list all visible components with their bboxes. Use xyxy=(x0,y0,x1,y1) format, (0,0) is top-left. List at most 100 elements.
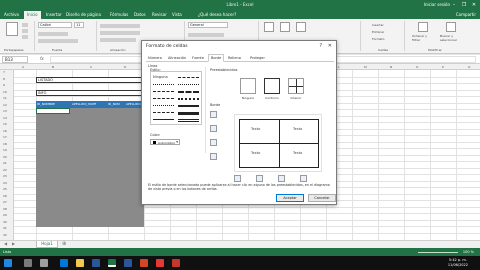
tab-datos[interactable]: Datos xyxy=(134,12,146,17)
format-as-table-icon[interactable] xyxy=(280,22,290,32)
row-header[interactable]: 10 xyxy=(3,90,7,94)
prev-sheet-icon[interactable]: ◀ xyxy=(4,241,7,246)
row-header[interactable]: 16 xyxy=(3,129,7,133)
line-style-option[interactable] xyxy=(153,98,174,99)
zoom-level[interactable]: 100 % xyxy=(463,250,474,254)
edge-icon[interactable] xyxy=(60,259,68,267)
line-style-option[interactable] xyxy=(178,119,199,122)
zoom-slider[interactable] xyxy=(418,252,458,253)
restore-button[interactable]: ❐ xyxy=(460,1,468,9)
line-style-option[interactable] xyxy=(153,119,174,120)
font-size-select[interactable]: 11 xyxy=(74,22,84,28)
row-header[interactable]: 25 xyxy=(3,187,7,191)
tab-vista[interactable]: Vista xyxy=(172,12,182,17)
number-format-buttons[interactable] xyxy=(188,33,224,37)
border-preview[interactable]: Texto Texto Texto Texto xyxy=(234,114,322,172)
border-diagonal-up-button[interactable] xyxy=(210,153,217,160)
line-style-option[interactable] xyxy=(178,77,199,78)
row-header[interactable]: 29 xyxy=(3,213,7,217)
tab-borde[interactable]: Borde xyxy=(208,54,225,62)
row-header[interactable]: 15 xyxy=(3,122,7,126)
find-select-icon[interactable] xyxy=(446,22,456,32)
row-header[interactable]: 19 xyxy=(3,148,7,152)
row-header[interactable]: 12 xyxy=(3,103,7,107)
search-icon[interactable] xyxy=(24,259,32,267)
row-header[interactable]: 22 xyxy=(3,168,7,172)
share-button[interactable]: Compartir xyxy=(456,12,476,17)
insert-cells-button[interactable]: Insertar xyxy=(372,23,384,27)
tab-diseno-pagina[interactable]: Diseño de página xyxy=(66,12,101,17)
table-header-row[interactable]: ID_NOMBRE APELLIDO_MATE ID_NUM APELLIDO_… xyxy=(36,101,149,108)
row-header[interactable]: 14 xyxy=(3,116,7,120)
row-header[interactable]: 23 xyxy=(3,174,7,178)
horizontal-align-buttons[interactable] xyxy=(100,31,140,35)
title-cell[interactable]: LISTADO xyxy=(36,76,144,83)
preset-outline-button[interactable] xyxy=(264,78,280,94)
taskbar-clock[interactable]: 5:42 p. m. 11/06/2022 xyxy=(448,258,468,267)
delete-cells-button[interactable]: Eliminar xyxy=(372,30,384,34)
tab-insertar[interactable]: Insertar xyxy=(46,12,62,17)
sign-in-link[interactable]: Iniciar sesión xyxy=(424,2,450,7)
line-style-option[interactable] xyxy=(178,84,199,85)
fx-icon[interactable]: fx xyxy=(40,56,44,61)
cancel-button[interactable]: Cancelar xyxy=(308,194,336,202)
row-header[interactable]: 11 xyxy=(3,96,7,100)
row-header[interactable]: 32 xyxy=(3,233,7,237)
chrome-icon[interactable] xyxy=(156,259,164,267)
col-header[interactable]: L xyxy=(338,65,340,69)
col-header[interactable]: M xyxy=(364,65,367,69)
row-header[interactable]: 24 xyxy=(3,181,7,185)
media-app-icon[interactable] xyxy=(172,259,180,267)
row-header[interactable]: 20 xyxy=(3,155,7,159)
task-view-icon[interactable] xyxy=(40,259,48,267)
line-style-list[interactable]: Ninguna xyxy=(150,71,202,125)
line-style-option[interactable] xyxy=(153,84,174,85)
close-window-button[interactable]: ✕ xyxy=(470,1,478,9)
copy-icon[interactable] xyxy=(22,29,28,33)
cell-styles-icon[interactable] xyxy=(296,22,306,32)
col-header[interactable]: Q xyxy=(468,65,470,69)
col-header[interactable]: P xyxy=(442,65,444,69)
row-header[interactable]: 30 xyxy=(3,220,7,224)
store-icon[interactable] xyxy=(92,259,100,267)
row-header[interactable]: 21 xyxy=(3,161,7,165)
col-header[interactable]: D xyxy=(124,65,126,69)
powerpoint-icon[interactable] xyxy=(140,259,148,267)
minimize-button[interactable]: – xyxy=(450,1,458,9)
col-header[interactable]: O xyxy=(416,65,418,69)
row-header[interactable]: 13 xyxy=(3,109,7,113)
format-cells-button[interactable]: Formato xyxy=(372,37,384,41)
cut-icon[interactable] xyxy=(22,23,28,27)
col-header[interactable]: B xyxy=(52,65,54,69)
row-header[interactable]: 27 xyxy=(3,200,7,204)
active-cell[interactable] xyxy=(36,108,70,114)
line-style-option[interactable] xyxy=(178,112,199,115)
font-color-buttons[interactable] xyxy=(38,39,78,43)
border-right-button[interactable] xyxy=(278,175,285,182)
line-style-option[interactable] xyxy=(153,112,174,113)
border-top-button[interactable] xyxy=(210,111,217,118)
color-select[interactable]: Automático ▾ xyxy=(150,139,180,145)
tab-proteger[interactable]: Proteger xyxy=(250,56,265,60)
tab-formulas[interactable]: Fórmulas xyxy=(110,12,128,17)
col-header[interactable]: A xyxy=(22,65,24,69)
border-diagonal-down-button[interactable] xyxy=(300,175,307,182)
format-painter-icon[interactable] xyxy=(22,35,28,39)
sort-filter-icon[interactable] xyxy=(418,22,428,32)
word-icon[interactable] xyxy=(124,259,132,267)
col-header[interactable]: N xyxy=(390,65,392,69)
selected-range[interactable] xyxy=(36,101,144,227)
row-header[interactable]: 18 xyxy=(3,142,7,146)
tab-archivo[interactable]: Archivo xyxy=(4,12,19,17)
row-header[interactable]: 31 xyxy=(3,226,7,230)
paste-icon[interactable] xyxy=(6,22,18,36)
row-header[interactable]: 7 xyxy=(3,70,5,74)
name-box[interactable]: B13 xyxy=(2,56,28,63)
row-header[interactable]: 26 xyxy=(3,194,7,198)
number-format-select[interactable]: General xyxy=(188,22,228,28)
font-name-select[interactable]: Calibri xyxy=(38,22,72,28)
file-explorer-icon[interactable] xyxy=(76,259,84,267)
ok-button[interactable]: Aceptar xyxy=(276,194,304,202)
border-left-button[interactable] xyxy=(234,175,241,182)
font-style-buttons[interactable] xyxy=(38,32,68,36)
